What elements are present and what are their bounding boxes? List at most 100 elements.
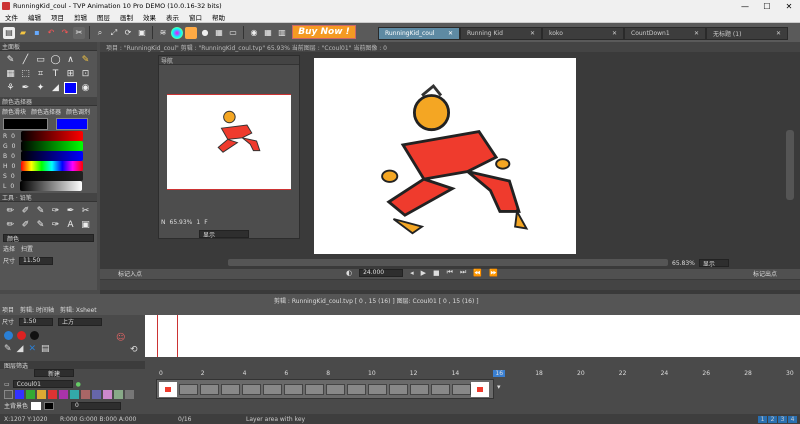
flip-icon[interactable]: ⟲ <box>130 345 138 355</box>
layer-name[interactable]: Ccoul01 <box>12 380 73 388</box>
page-4[interactable]: 4 <box>788 415 797 423</box>
tab-untitled[interactable]: 无标题 (1) ✕ <box>706 27 788 40</box>
frame-cell[interactable] <box>221 384 240 395</box>
camera-icon[interactable]: ◉ <box>248 27 260 39</box>
ink-preset-icon[interactable]: ✒ <box>64 205 77 217</box>
slider-s[interactable]: S0 <box>0 171 97 181</box>
buy-now-banner[interactable]: Buy Now ! <box>292 25 356 39</box>
ellipse-tool-icon[interactable]: ◯ <box>49 54 62 66</box>
timeline-size-value[interactable]: 1.50 <box>19 317 54 326</box>
bg-white-swatch[interactable] <box>31 401 42 410</box>
cut-icon[interactable]: ✂ <box>73 26 85 39</box>
red-dot-icon[interactable] <box>17 331 26 340</box>
frame-cell[interactable] <box>263 384 282 395</box>
eraser-icon[interactable]: ◢ <box>49 82 62 94</box>
rewind-icon[interactable]: ⏪ <box>473 269 482 277</box>
rotate-icon[interactable]: ⟳ <box>122 27 134 39</box>
menu-view[interactable]: 表示 <box>161 12 184 22</box>
fill-tool-icon[interactable]: ✎ <box>79 54 92 66</box>
layer-color-red[interactable] <box>48 390 57 399</box>
frame-cell[interactable] <box>179 384 198 395</box>
stop-icon[interactable]: ■ <box>433 269 440 277</box>
frame-cell[interactable] <box>368 384 387 395</box>
layer-visible-icon[interactable]: ▭ <box>4 381 10 388</box>
layer-color-green[interactable] <box>26 390 35 399</box>
next-frame-icon[interactable]: ⏭ <box>460 268 466 277</box>
brush-preset-icon[interactable]: ✐ <box>19 205 32 217</box>
slider-g[interactable]: G0 <box>0 141 97 151</box>
rect-tool-icon[interactable]: ▭ <box>34 54 47 66</box>
slider-r[interactable]: R0 <box>0 131 97 141</box>
erase-key-icon[interactable]: ◢ <box>17 344 24 354</box>
delete-icon[interactable]: ✕ <box>28 344 36 354</box>
slider-b[interactable]: B0 <box>0 151 97 161</box>
panel-icon[interactable]: ▣ <box>136 27 148 39</box>
layer-color-pink[interactable] <box>103 390 112 399</box>
airbrush-preset-icon[interactable]: ✑ <box>49 205 62 217</box>
fit-icon[interactable]: ⤢ <box>108 27 120 39</box>
select-tool-icon[interactable]: ▦ <box>4 68 17 80</box>
oil-preset-icon[interactable]: ✎ <box>34 219 47 231</box>
paper-icon[interactable]: ▦ <box>213 27 225 39</box>
layer-color-slate[interactable] <box>92 390 101 399</box>
menu-help[interactable]: 帮助 <box>207 12 230 22</box>
text-tool-icon[interactable]: T <box>49 68 62 80</box>
display-scrollbar[interactable] <box>786 130 794 200</box>
drawing-canvas[interactable] <box>314 58 576 254</box>
forward-icon[interactable]: ⏩ <box>489 269 498 277</box>
tab-clip-timeline[interactable]: 剪辑: 时间轴 <box>20 305 54 314</box>
frame-cell[interactable] <box>284 384 303 395</box>
paint-preset-icon[interactable]: ✐ <box>19 219 32 231</box>
save-icon[interactable]: ▪ <box>31 27 43 39</box>
duplicate-icon[interactable]: ▤ <box>41 344 50 354</box>
frame-cell[interactable] <box>242 384 261 395</box>
tab-project[interactable]: 项目 <box>2 305 14 314</box>
menu-file[interactable]: 文件 <box>0 12 23 22</box>
storyboard-icon[interactable]: ▥ <box>276 27 288 39</box>
menu-layer[interactable]: 图层 <box>92 12 115 22</box>
slider-l[interactable]: L0 <box>0 181 97 191</box>
layers-icon[interactable]: ≋ <box>157 27 169 39</box>
frame-cell[interactable] <box>347 384 366 395</box>
layer-color-blue[interactable] <box>15 390 24 399</box>
layer-color-cyan[interactable] <box>70 390 79 399</box>
prev-key-icon[interactable]: ⏮ <box>447 268 453 277</box>
undo-icon[interactable]: ↶ <box>45 27 57 39</box>
page-2[interactable]: 2 <box>768 415 777 423</box>
layer-color-yellow[interactable] <box>37 390 46 399</box>
keyframe-thumb-15[interactable] <box>471 382 489 397</box>
black-dot-icon[interactable] <box>30 331 39 340</box>
frame-cell[interactable] <box>389 384 408 395</box>
brush-tool-icon[interactable]: ✎ <box>4 54 17 66</box>
new-layer-button[interactable]: 新建 <box>34 369 74 378</box>
curve-tool-icon[interactable]: ∧ <box>64 54 77 66</box>
frame-cell[interactable] <box>200 384 219 395</box>
chalk-preset-icon[interactable]: ✏ <box>4 219 17 231</box>
layer-check-icon[interactable] <box>4 390 13 399</box>
stamp-preset-icon[interactable]: ▣ <box>79 219 92 231</box>
slider-h[interactable]: H0 <box>0 161 97 171</box>
tab-countdown1[interactable]: CountDown1 ✕ <box>624 27 706 40</box>
primary-color-swatch[interactable] <box>3 118 48 130</box>
palette-icon[interactable] <box>185 26 197 39</box>
tab-color-mixer[interactable]: 颜色调剂 <box>66 107 90 116</box>
tab-runningkid-coul[interactable]: RunningKid_coul ✕ <box>378 27 460 40</box>
frame-cell[interactable] <box>305 384 324 395</box>
smudge-preset-icon[interactable]: ✑ <box>49 219 62 231</box>
timeline-preview-strip[interactable] <box>145 315 800 357</box>
menu-clip[interactable]: 剪辑 <box>69 12 92 22</box>
loop-icon[interactable]: ◐ <box>346 269 352 277</box>
page-1[interactable]: 1 <box>758 415 767 423</box>
maximize-icon[interactable]: ☐ <box>756 2 778 11</box>
nav-mode-dropdown[interactable]: 显示 <box>199 230 249 239</box>
layer-color-sage[interactable] <box>114 390 123 399</box>
layer-row[interactable]: ▭ Ccoul01 ● <box>4 379 144 389</box>
viewer-show-dropdown[interactable]: 显示 <box>698 259 729 268</box>
lasso-tool-icon[interactable]: ⌗ <box>34 68 47 80</box>
light-table-icon[interactable]: ◉ <box>79 82 92 94</box>
film-icon[interactable]: ▭ <box>227 27 239 39</box>
tab-running-kid[interactable]: Running Kid ✕ <box>460 27 542 40</box>
frame-cell[interactable] <box>410 384 429 395</box>
magic-wand-icon[interactable]: ✦ <box>34 82 47 94</box>
color-dropdown[interactable]: 颜色 <box>3 234 94 243</box>
